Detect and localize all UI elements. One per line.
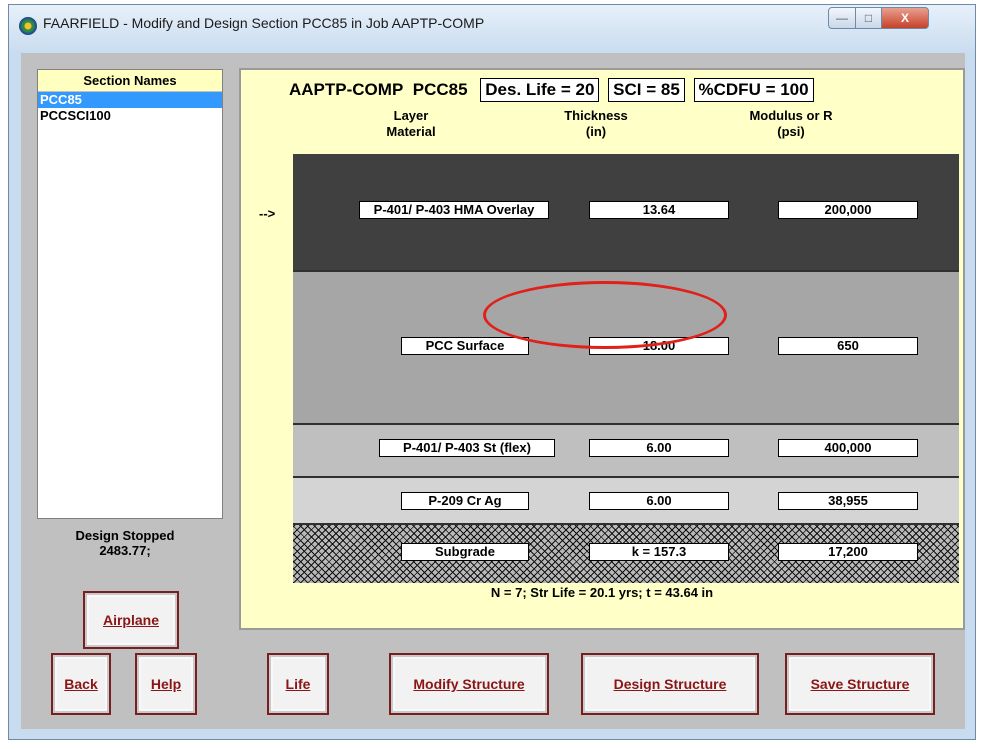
sci-box[interactable]: SCI = 85 [608,78,685,102]
layer-band-subgrade[interactable]: Subgrade k = 157.3 17,200 [293,523,959,583]
layer-band-stabilized-flex[interactable]: P-401/ P-403 St (flex) 6.00 400,000 [293,423,959,478]
life-button[interactable]: Life [267,653,329,715]
layer-material-column-header: Layer Material [361,108,461,140]
design-status-value: 2483.77; [99,543,151,558]
current-layer-arrow: --> [259,206,276,221]
job-name: AAPTP-COMP [289,80,404,99]
maximize-button[interactable]: □ [855,7,882,29]
layer-band-pcc-surface[interactable]: PCC Surface 18.00 650 [293,270,959,425]
layer-material[interactable]: P-401/ P-403 HMA Overlay [359,201,549,219]
layer-band-crushed-aggregate[interactable]: P-209 Cr Ag 6.00 38,955 [293,476,959,525]
thickness-header-line1: Thickness [564,108,628,123]
section-item-pccsci100[interactable]: PCCSCI100 [38,108,222,124]
airplane-button[interactable]: Airplane [83,591,179,649]
faarfield-window: FAARFIELD - Modify and Design Section PC… [8,4,976,740]
structure-summary: N = 7; Str Life = 20.1 yrs; t = 43.64 in [490,585,714,600]
structure-panel: AAPTP-COMP PCC85 Des. Life = 20 SCI = 85… [239,68,965,630]
title-bar[interactable]: FAARFIELD - Modify and Design Section PC… [9,5,975,53]
modulus-header-line2: (psi) [777,124,805,139]
close-button[interactable]: X [881,7,929,29]
back-button[interactable]: Back [51,653,111,715]
structure-header: AAPTP-COMP PCC85 Des. Life = 20 SCI = 85… [289,78,814,102]
layer-thickness[interactable]: k = 157.3 [589,543,729,561]
structure-title: AAPTP-COMP PCC85 [289,78,468,102]
layer-thickness[interactable]: 6.00 [589,492,729,510]
section-names-header: Section Names [38,70,222,92]
cdfu-box[interactable]: %CDFU = 100 [693,78,814,102]
layer-header-line1: Layer [393,108,429,123]
section-names-list[interactable]: Section Names PCC85 PCCSCI100 [37,69,223,519]
thickness-header-line2: (in) [585,124,607,139]
layer-thickness[interactable]: 6.00 [589,439,729,457]
design-status: Design Stopped 2483.77; [49,528,201,580]
layer-material[interactable]: P-401/ P-403 St (flex) [379,439,555,457]
help-button[interactable]: Help [135,653,197,715]
layer-modulus[interactable]: 17,200 [778,543,918,561]
layer-header-line2: Material [386,124,436,139]
modify-structure-button[interactable]: Modify Structure [389,653,549,715]
layer-material[interactable]: Subgrade [401,543,529,561]
layer-modulus[interactable]: 38,955 [778,492,918,510]
save-structure-button[interactable]: Save Structure [785,653,935,715]
layer-material[interactable]: PCC Surface [401,337,529,355]
layer-thickness[interactable]: 13.64 [589,201,729,219]
section-name: PCC85 [412,80,468,99]
layer-material[interactable]: P-209 Cr Ag [401,492,529,510]
layer-thickness[interactable]: 18.00 [589,337,729,355]
layer-modulus[interactable]: 200,000 [778,201,918,219]
modulus-column-header: Modulus or R (psi) [721,108,861,140]
thickness-column-header: Thickness (in) [541,108,651,140]
design-life-box[interactable]: Des. Life = 20 [480,78,600,102]
window-title: FAARFIELD - Modify and Design Section PC… [43,15,485,31]
layer-modulus[interactable]: 400,000 [778,439,918,457]
modulus-header-line1: Modulus or R [749,108,833,123]
minimize-button[interactable]: — [828,7,856,29]
section-item-pcc85[interactable]: PCC85 [38,92,222,108]
faarfield-app-icon [19,17,37,35]
dialog-client-area: Section Names PCC85 PCCSCI100 Design Sto… [21,53,965,729]
design-status-text: Design Stopped [75,528,175,543]
layer-band-hma-overlay[interactable]: P-401/ P-403 HMA Overlay 13.64 200,000 [293,154,959,270]
design-structure-button[interactable]: Design Structure [581,653,759,715]
layer-modulus[interactable]: 650 [778,337,918,355]
